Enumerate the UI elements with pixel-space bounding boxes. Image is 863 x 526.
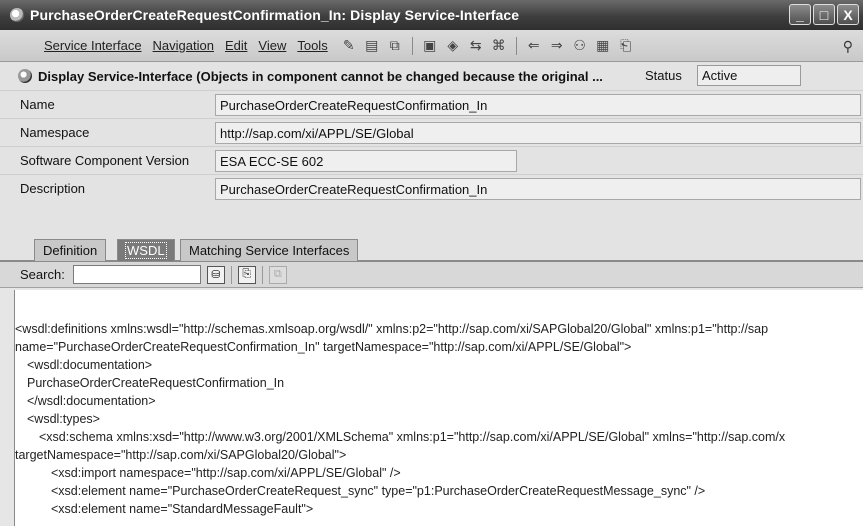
- back-arrow-icon[interactable]: ⇐: [526, 37, 542, 54]
- search-separator: [230, 265, 232, 284]
- hierarchy-icon[interactable]: ⌘: [491, 37, 507, 54]
- maximize-button[interactable]: □: [813, 4, 835, 25]
- page-title: Display Service-Interface (Objects in co…: [38, 68, 603, 84]
- where-used-icon[interactable]: ⇆: [468, 37, 484, 54]
- status-field: Active: [697, 65, 801, 86]
- field-row-swcv: Software Component Version ESA ECC-SE 60…: [0, 146, 863, 174]
- search-label: Search:: [20, 267, 65, 282]
- description-field[interactable]: PurchaseOrderCreateRequestConfirmation_I…: [215, 178, 861, 200]
- app-icon: [10, 8, 24, 22]
- menu-edit[interactable]: Edit: [225, 38, 247, 53]
- software-component-version-label: Software Component Version: [20, 153, 190, 168]
- tab-wsdl[interactable]: WSDL: [117, 239, 175, 261]
- wsdl-line: </wsdl:documentation>: [27, 394, 156, 408]
- pin-icon[interactable]: ⚲: [843, 38, 853, 55]
- title-bar: PurchaseOrderCreateRequestConfirmation_I…: [0, 0, 863, 30]
- toolbar: ✎ ▤ ⧉ ▣ ◈ ⇆ ⌘ ⇐ ⇒ ⚇ ▦ ⎗: [341, 36, 634, 55]
- minimize-button[interactable]: _: [789, 4, 811, 25]
- tab-matching-label: Matching Service Interfaces: [189, 243, 350, 258]
- copy-icon[interactable]: ⧉: [387, 37, 403, 54]
- wsdl-line: <wsdl:definitions xmlns:wsdl="http://sch…: [15, 322, 769, 336]
- header-panel: Display Service-Interface (Objects in co…: [0, 62, 863, 236]
- software-component-version-field[interactable]: ESA ECC-SE 602: [215, 150, 517, 172]
- search-bar: Search: ⛁ ⎘ ⧉: [0, 262, 863, 288]
- tab-wsdl-label: WSDL: [125, 242, 167, 259]
- wsdl-line: name="PurchaseOrderCreateRequestConfirma…: [15, 340, 632, 354]
- toolbar-separator: [515, 36, 517, 55]
- tab-matching-service-interfaces[interactable]: Matching Service Interfaces: [180, 239, 359, 261]
- tab-definition[interactable]: Definition: [34, 239, 107, 261]
- print-icon[interactable]: ⚇: [572, 37, 588, 54]
- menu-bar: Service Interface Navigation Edit View T…: [0, 30, 863, 62]
- menu-tools[interactable]: Tools: [297, 38, 327, 53]
- tab-definition-label: Definition: [43, 243, 98, 258]
- menu-service-interface[interactable]: Service Interface: [44, 38, 142, 53]
- check-icon[interactable]: ◈: [445, 37, 461, 54]
- wsdl-line: <xsd:import namespace="http://sap.com/xi…: [51, 466, 401, 480]
- copy-button[interactable]: ⧉: [268, 265, 287, 284]
- namespace-field[interactable]: http://sap.com/xi/APPL/SE/Global: [215, 122, 861, 144]
- layout-icon[interactable]: ▦: [595, 37, 611, 54]
- find-button[interactable]: ⛁: [206, 265, 225, 284]
- info-icon[interactable]: ▣: [422, 37, 438, 54]
- save-icon[interactable]: ▤: [364, 37, 380, 54]
- forward-arrow-icon[interactable]: ⇒: [549, 37, 565, 54]
- search-input[interactable]: [72, 265, 201, 284]
- menu-view[interactable]: View: [258, 38, 286, 53]
- wsdl-line: <xsd:element name="PurchaseOrderCreateRe…: [51, 484, 706, 498]
- namespace-label: Namespace: [20, 125, 90, 140]
- field-row-namespace: Namespace http://sap.com/xi/APPL/SE/Glob…: [0, 118, 863, 146]
- wsdl-line: <xsd:element name="StandardMessageFault"…: [51, 502, 314, 516]
- wsdl-line: <wsdl:types>: [27, 412, 100, 426]
- name-field[interactable]: PurchaseOrderCreateRequestConfirmation_I…: [215, 94, 861, 116]
- close-button[interactable]: X: [837, 4, 859, 25]
- find-next-button[interactable]: ⎘: [237, 265, 256, 284]
- window-title: PurchaseOrderCreateRequestConfirmation_I…: [30, 7, 520, 23]
- search-separator: [261, 265, 263, 284]
- wsdl-line: <wsdl:documentation>: [27, 358, 153, 372]
- toolbar-separator: [411, 36, 413, 55]
- history-icon[interactable]: ⎗: [618, 37, 634, 54]
- menu-navigation[interactable]: Navigation: [153, 38, 214, 53]
- display-mode-icon: [18, 69, 32, 83]
- tab-bar: Definition WSDL Matching Service Interfa…: [0, 236, 863, 262]
- description-label: Description: [20, 181, 86, 196]
- wsdl-line: PurchaseOrderCreateRequestConfirmation_I…: [27, 376, 285, 390]
- name-label: Name: [20, 97, 55, 112]
- wsdl-line: <xsd:schema xmlns:xsd="http://www.w3.org…: [39, 430, 786, 444]
- wsdl-content[interactable]: <wsdl:definitions xmlns:wsdl="http://sch…: [14, 290, 863, 526]
- field-row-name: Name PurchaseOrderCreateRequestConfirmat…: [0, 90, 863, 118]
- field-row-description: Description PurchaseOrderCreateRequestCo…: [0, 174, 863, 202]
- status-label: Status: [645, 68, 682, 83]
- edit-icon[interactable]: ✎: [341, 37, 357, 54]
- window-controls: _ □ X: [789, 4, 859, 25]
- wsdl-line: targetNamespace="http://sap.com/xi/SAPGl…: [15, 448, 347, 462]
